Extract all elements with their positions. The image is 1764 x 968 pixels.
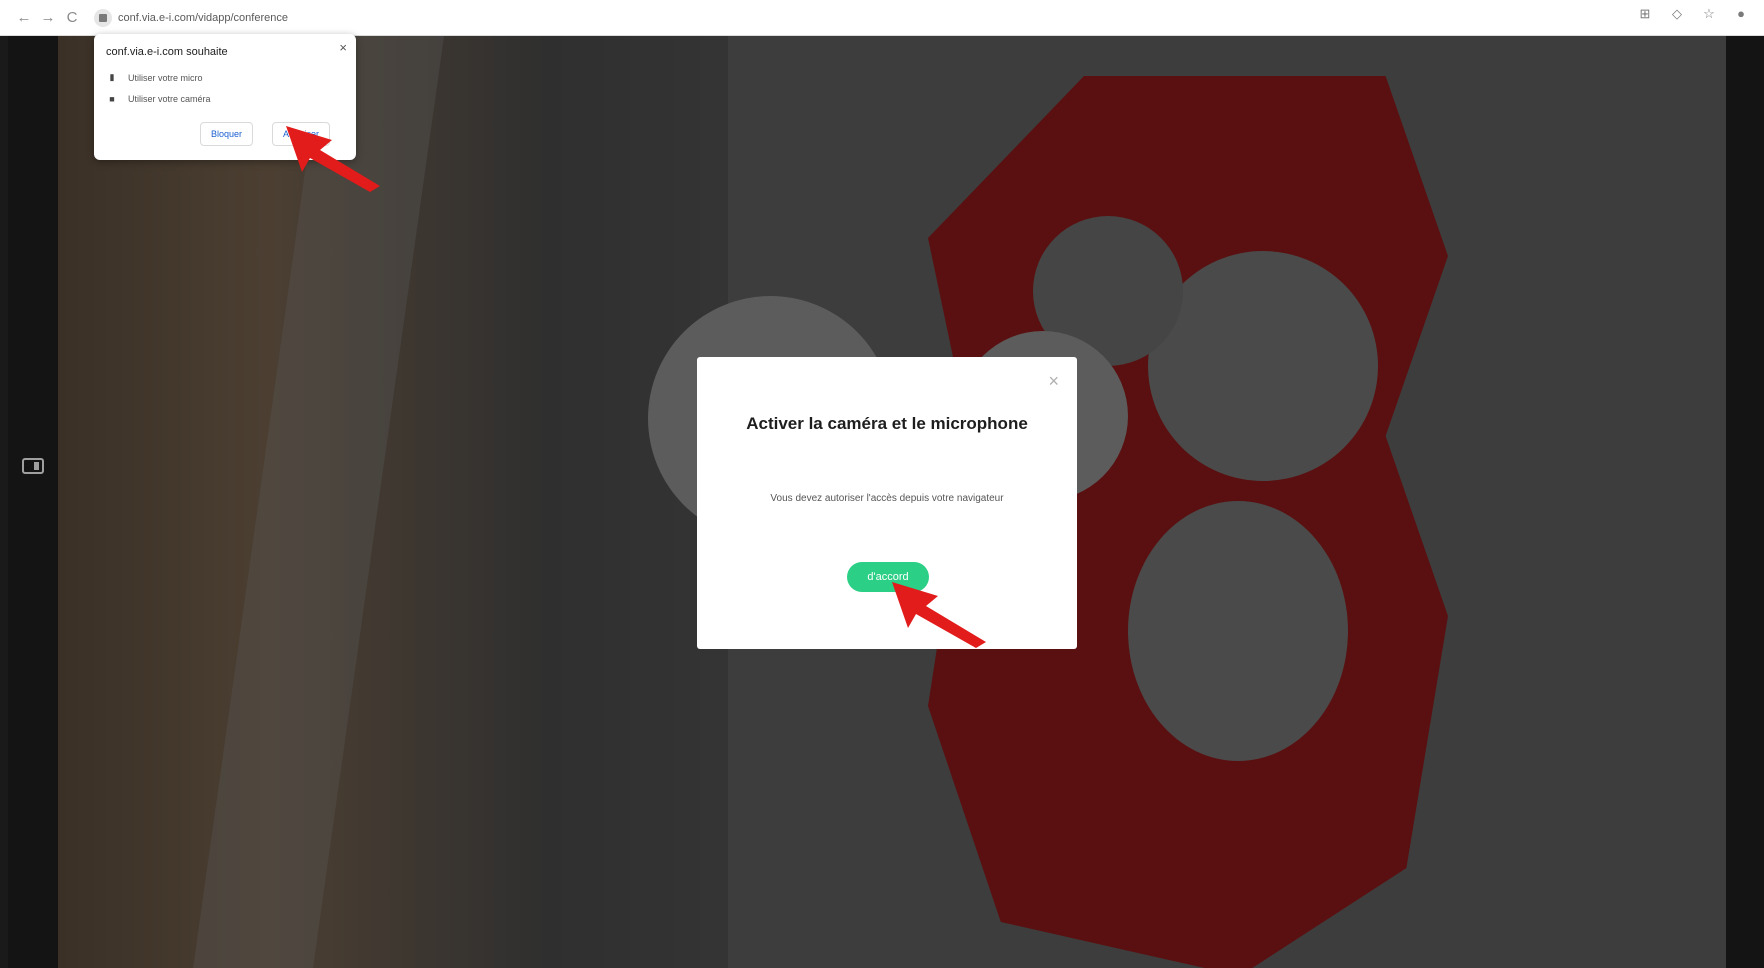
camera-permission-modal: × Activer la caméra et le microphone Vou… [697, 357, 1077, 649]
extension-icon[interactable]: ◇ [1668, 6, 1686, 22]
permission-item-camera: ■ Utiliser votre caméra [108, 94, 211, 104]
forward-arrow-icon: → [40, 9, 56, 26]
star-icon[interactable]: ☆ [1700, 6, 1718, 22]
browser-toolbar: ← → C conf.via.e-i.com/vidapp/conference… [0, 0, 1764, 36]
profile-icon[interactable]: ● [1732, 6, 1750, 22]
microphone-icon: ▮ [109, 72, 115, 82]
forward-button[interactable]: → [36, 6, 60, 30]
block-button[interactable]: Bloquer [200, 122, 254, 146]
modal-message: Vous devez autoriser l'accès depuis votr… [770, 493, 1004, 504]
permission-item-microphone: ▮ Utiliser votre micro [108, 72, 203, 83]
site-info-icon[interactable] [94, 8, 112, 27]
reload-button[interactable]: C [60, 6, 84, 30]
close-icon[interactable]: × [339, 40, 347, 55]
modal-title: Activer la caméra et le microphone [746, 414, 1028, 433]
close-icon[interactable]: × [1048, 371, 1059, 392]
address-bar[interactable]: conf.via.e-i.com/vidapp/conference [94, 7, 384, 29]
back-arrow-icon: ← [16, 9, 32, 26]
annotation-arrow-icon [286, 126, 380, 192]
reload-icon: C [66, 9, 78, 26]
sidebar-toggle-icon[interactable] [22, 458, 44, 474]
back-button[interactable]: ← [12, 6, 36, 30]
toolbar-actions: ⊞ ◇ ☆ ● [1636, 6, 1750, 22]
annotation-arrow-icon [892, 582, 986, 648]
translate-icon[interactable]: ⊞ [1636, 6, 1654, 22]
permission-item-label: Utiliser votre micro [128, 72, 203, 83]
address-text: conf.via.e-i.com/vidapp/conference [118, 11, 288, 24]
permission-title: conf.via.e-i.com souhaite [106, 46, 228, 58]
camera-icon: ■ [109, 94, 115, 104]
permission-item-label: Utiliser votre caméra [128, 94, 211, 104]
